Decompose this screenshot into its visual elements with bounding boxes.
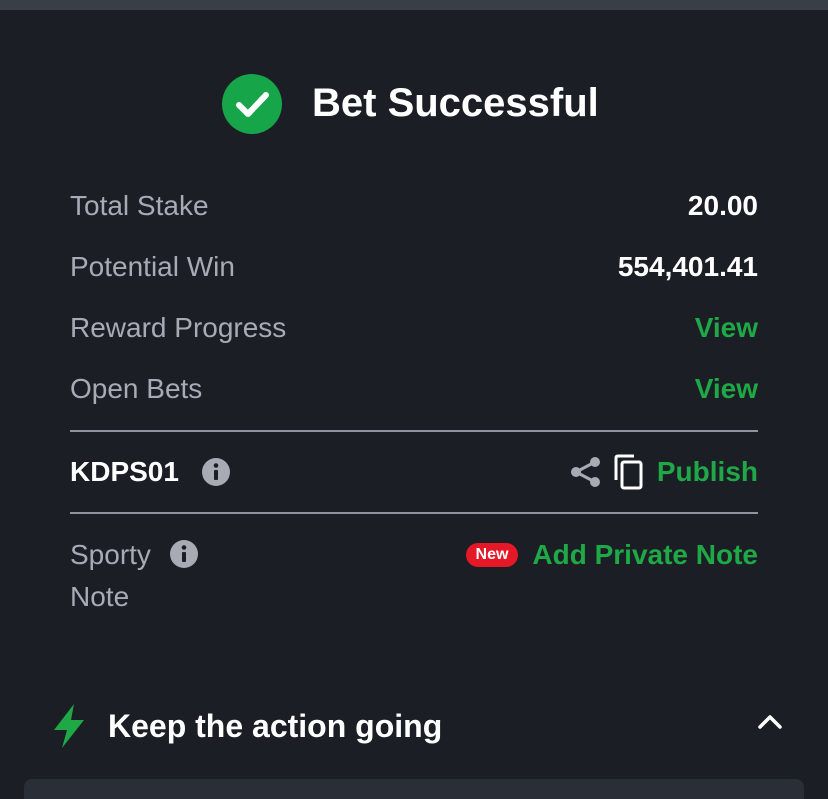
add-private-note-button[interactable]: Add Private Note	[532, 534, 758, 576]
next-card-edge	[24, 779, 804, 799]
copy-icon[interactable]	[612, 454, 644, 490]
chevron-up-icon[interactable]	[754, 708, 786, 736]
new-badge: New	[466, 543, 518, 567]
sporty-note-label: Sporty Note	[70, 539, 151, 612]
share-icon[interactable]	[570, 456, 602, 488]
lightning-bolt-icon	[54, 704, 84, 748]
booking-code: KDPS01	[70, 456, 179, 487]
publish-button[interactable]: Publish	[657, 450, 758, 494]
sporty-note-row: Sporty Note New Add Private Note	[70, 534, 758, 618]
open-bets-row: Open Bets View	[70, 369, 758, 409]
total-stake-label: Total Stake	[70, 190, 209, 221]
total-stake-value: 20.00	[687, 190, 758, 221]
reward-progress-row: Reward Progress View	[70, 308, 758, 348]
success-header: Bet Successful	[0, 72, 828, 136]
info-icon[interactable]	[202, 458, 230, 486]
top-bar	[0, 0, 828, 10]
info-icon[interactable]	[170, 540, 198, 568]
divider	[70, 430, 758, 432]
potential-win-row: Potential Win 554,401.41	[70, 247, 758, 287]
booking-code-row: KDPS01 Publish	[70, 450, 758, 494]
reward-progress-view-link[interactable]: View	[695, 308, 758, 348]
page-title: Bet Successful	[312, 81, 599, 125]
keep-action-going-section: Keep the action going	[0, 700, 828, 752]
potential-win-label: Potential Win	[70, 251, 235, 282]
check-circle-icon	[222, 74, 282, 134]
open-bets-label: Open Bets	[70, 373, 203, 404]
total-stake-row: Total Stake 20.00	[70, 186, 758, 226]
potential-win-value: 554,401.41	[617, 251, 758, 282]
open-bets-view-link[interactable]: View	[695, 369, 758, 409]
section-title: Keep the action going	[108, 708, 443, 744]
reward-progress-label: Reward Progress	[70, 312, 287, 343]
divider	[70, 512, 758, 514]
